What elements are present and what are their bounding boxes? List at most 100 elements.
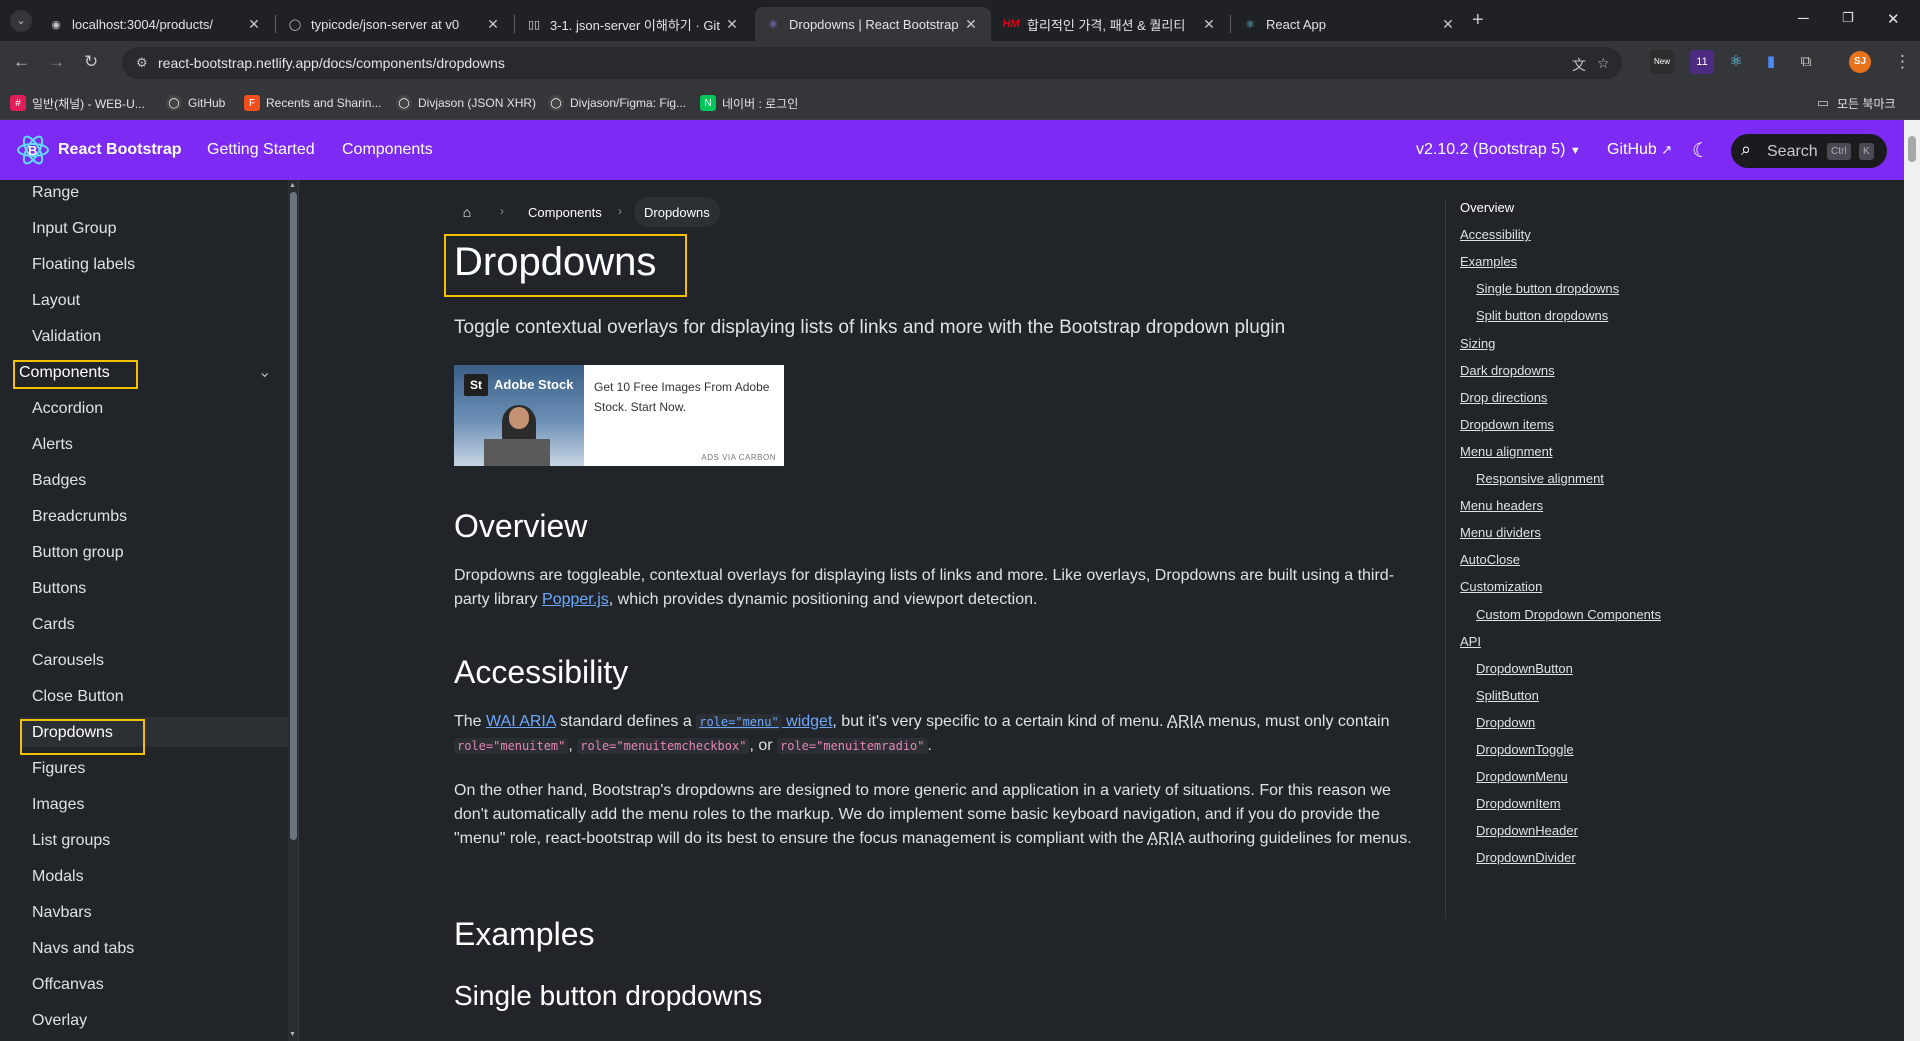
bookmark-star-icon[interactable]: ☆ <box>1597 55 1610 72</box>
extensions-puzzle-icon[interactable]: ⧉ <box>1794 50 1818 74</box>
bookmark-item[interactable]: ◯ Divjason (JSON XHR) <box>396 93 536 113</box>
sidebar-item-list-groups[interactable]: List groups <box>32 832 110 850</box>
wai-aria-link[interactable]: WAI ARIA <box>486 713 556 730</box>
close-tab-icon[interactable]: ✕ <box>483 16 503 33</box>
sidebar-item-input-group[interactable]: Input Group <box>32 220 117 238</box>
close-tab-icon[interactable]: ✕ <box>961 16 981 33</box>
toc-link[interactable]: Single button dropdowns <box>1476 281 1619 296</box>
toc-link[interactable]: Responsive alignment <box>1476 471 1604 486</box>
bookmark-item[interactable]: ◯ GitHub <box>166 93 225 113</box>
scroll-up-arrow-icon[interactable]: ▲ <box>289 182 296 189</box>
close-tab-icon[interactable]: ✕ <box>244 16 264 33</box>
sidebar-item-overlay[interactable]: Overlay <box>32 1012 87 1030</box>
reload-icon[interactable]: ↻ <box>84 52 98 72</box>
sidebar-item-badges[interactable]: Badges <box>32 472 86 490</box>
ad-text[interactable]: Get 10 Free Images From Adobe Stock. Sta… <box>594 377 774 417</box>
popper-link[interactable]: Popper.js <box>542 591 609 608</box>
url-text[interactable]: react-bootstrap.netlify.app/docs/compone… <box>158 55 505 71</box>
browser-tab-active[interactable]: ⚛ Dropdowns | React Bootstrap ✕ <box>755 7 991 41</box>
chevron-down-icon[interactable]: ⌄ <box>258 362 271 382</box>
sidebar-item-accordion[interactable]: Accordion <box>32 400 103 418</box>
minimize-icon[interactable]: ─ <box>1798 10 1809 27</box>
nav-getting-started[interactable]: Getting Started <box>207 141 315 159</box>
address-bar[interactable]: ⚙ react-bootstrap.netlify.app/docs/compo… <box>122 47 1622 79</box>
sidebar-item-navbars[interactable]: Navbars <box>32 904 92 922</box>
close-tab-icon[interactable]: ✕ <box>1199 16 1219 33</box>
browser-tab[interactable]: HM 합리적인 가격, 패션 & 퀄리티 ✕ <box>993 7 1229 41</box>
toc-link[interactable]: Menu headers <box>1460 498 1543 513</box>
sidebar-item-close-button[interactable]: Close Button <box>32 688 124 706</box>
version-dropdown[interactable]: v2.10.2 (Bootstrap 5) ▼ <box>1416 141 1581 159</box>
theme-toggle-moon-icon[interactable]: ☾ <box>1692 138 1710 163</box>
toc-link[interactable]: DropdownMenu <box>1476 769 1568 784</box>
close-window-icon[interactable]: ✕ <box>1887 10 1900 28</box>
sidebar-item-offcanvas[interactable]: Offcanvas <box>32 976 104 994</box>
browser-menu-icon[interactable]: ⋮ <box>1894 52 1911 72</box>
browser-tab[interactable]: ◯ typicode/json-server at v0 ✕ <box>277 7 513 41</box>
profile-avatar[interactable]: SJ <box>1849 51 1871 73</box>
toc-link[interactable]: Menu dividers <box>1460 525 1541 540</box>
nav-components[interactable]: Components <box>342 141 433 159</box>
sidebar-item-figures[interactable]: Figures <box>32 760 85 778</box>
toc-link[interactable]: AutoClose <box>1460 552 1520 567</box>
back-arrow-icon[interactable]: ← <box>13 52 30 72</box>
carbon-ad[interactable]: St Adobe Stock Get 10 Free Images From A… <box>454 365 784 466</box>
new-tab-plus-icon[interactable]: + <box>1472 9 1484 32</box>
toc-link[interactable]: DropdownItem <box>1476 796 1561 811</box>
translate-icon[interactable]: 文 <box>1572 55 1586 75</box>
restore-icon[interactable]: ❐ <box>1842 10 1854 26</box>
toc-link[interactable]: API <box>1460 634 1481 649</box>
sidebar-item-carousels[interactable]: Carousels <box>32 652 104 670</box>
page-scrollbar[interactable] <box>1904 120 1920 1041</box>
react-devtools-icon[interactable]: ⚛ <box>1724 50 1748 74</box>
sidebar-item-validation[interactable]: Validation <box>32 328 101 346</box>
browser-tab[interactable]: ◉ localhost:3004/products/ ✕ <box>38 7 274 41</box>
toc-link[interactable]: Drop directions <box>1460 390 1547 405</box>
github-link[interactable]: GitHub ↗ <box>1607 141 1672 159</box>
toc-link[interactable]: Dark dropdowns <box>1460 363 1555 378</box>
sidebar-item-range[interactable]: Range <box>32 184 79 202</box>
close-tab-icon[interactable]: ✕ <box>722 16 742 33</box>
sidebar-item-layout[interactable]: Layout <box>32 292 80 310</box>
toc-link[interactable]: SplitButton <box>1476 688 1539 703</box>
sidebar-item-images[interactable]: Images <box>32 796 84 814</box>
sidebar-scrollbar[interactable]: ▲ ▼ <box>288 180 298 1041</box>
brand-link[interactable]: B React Bootstrap <box>16 134 182 166</box>
forward-arrow-icon[interactable]: → <box>48 52 65 72</box>
toc-link[interactable]: DropdownButton <box>1476 661 1573 676</box>
breadcrumb-home[interactable]: ⌂ <box>450 197 484 227</box>
sidebar-item-breadcrumbs[interactable]: Breadcrumbs <box>32 508 127 526</box>
toc-link[interactable]: DropdownDivider <box>1476 850 1576 865</box>
ad-via[interactable]: ADS VIA CARBON <box>701 453 776 462</box>
search-button[interactable]: ⌕ Search Ctrl K <box>1731 134 1887 168</box>
breadcrumb-components[interactable]: Components <box>518 197 612 227</box>
toc-link[interactable]: Split button dropdowns <box>1476 308 1608 323</box>
extension-doc-icon[interactable]: ▮ <box>1759 50 1783 74</box>
toc-link[interactable]: Sizing <box>1460 336 1495 351</box>
toc-link[interactable]: Overview <box>1460 200 1514 215</box>
toc-link[interactable]: Accessibility <box>1460 227 1531 242</box>
toc-link[interactable]: Custom Dropdown Components <box>1476 607 1661 622</box>
browser-tab[interactable]: ⚛ React App ✕ <box>1232 7 1468 41</box>
site-info-icon[interactable]: ⚙ <box>136 55 148 71</box>
bookmark-item[interactable]: N 네이버 : 로그인 <box>700 93 798 113</box>
sidebar-item-modals[interactable]: Modals <box>32 868 84 886</box>
scroll-down-arrow-icon[interactable]: ▼ <box>289 1031 296 1038</box>
toc-link[interactable]: Customization <box>1460 579 1542 594</box>
bookmark-item[interactable]: ◯ Divjason/Figma: Fig... <box>548 93 686 113</box>
close-tab-icon[interactable]: ✕ <box>1438 16 1458 33</box>
toc-link[interactable]: Examples <box>1460 254 1517 269</box>
sidebar-item-buttons[interactable]: Buttons <box>32 580 86 598</box>
sidebar-item-floating-labels[interactable]: Floating labels <box>32 256 135 274</box>
page-scrollbar-thumb[interactable] <box>1908 136 1916 162</box>
bookmark-item[interactable]: # 일반(채널) - WEB-U... <box>10 93 145 113</box>
sidebar-scrollbar-thumb[interactable] <box>290 192 297 840</box>
bookmark-item[interactable]: F Recents and Sharin... <box>244 93 381 113</box>
toc-link[interactable]: Dropdown items <box>1460 417 1554 432</box>
sidebar-item-button-group[interactable]: Button group <box>32 544 124 562</box>
sidebar-item-cards[interactable]: Cards <box>32 616 75 634</box>
toc-link[interactable]: DropdownHeader <box>1476 823 1578 838</box>
all-bookmarks[interactable]: ▭ 모든 북마크 <box>1815 93 1896 113</box>
toc-link[interactable]: DropdownToggle <box>1476 742 1574 757</box>
menu-widget-link[interactable]: role="menu" widget <box>696 713 832 730</box>
